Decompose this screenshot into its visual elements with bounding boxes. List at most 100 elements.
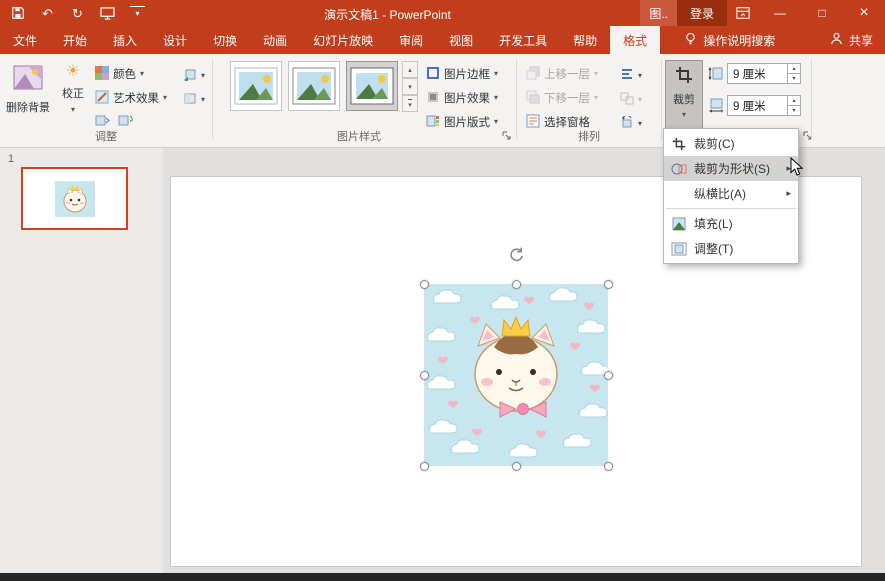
tab-transitions[interactable]: 切换 [200, 26, 250, 54]
resize-handle-middle-left[interactable] [420, 371, 429, 380]
width-spin-down[interactable]: ▾ [788, 106, 800, 115]
bottom-edge-strip [0, 573, 885, 581]
sun-icon: ☀ [66, 64, 80, 80]
corrections-button[interactable]: ☀ 校正 ▾ [55, 61, 91, 133]
fill-icon [670, 216, 688, 232]
group-button[interactable]: ▾ [618, 88, 644, 112]
shape-height-field[interactable]: 9 厘米 ▴ ▾ [727, 63, 801, 84]
resize-handle-bottom-center[interactable] [512, 462, 521, 471]
powerpoint-window: ↶ ↻ ▾ 演示文稿1 - PowerPoint 图.. 登录 — □ × 文件… [0, 0, 885, 581]
resize-handle-top-right[interactable] [604, 280, 613, 289]
resize-handle-bottom-right[interactable] [604, 462, 613, 471]
corrections-label: 校正 [62, 85, 84, 101]
slide-1-thumbnail[interactable] [21, 167, 128, 230]
artistic-dropdown-arrow: ▾ [163, 94, 167, 102]
menu-item-crop-to-shape[interactable]: 裁剪为形状(S) ▸ [664, 156, 798, 181]
picture-transparency-button[interactable]: ▾ [181, 88, 207, 112]
share-button[interactable]: 共享 [818, 26, 885, 54]
picture-transparency-icon [183, 92, 197, 108]
tab-design[interactable]: 设计 [150, 26, 200, 54]
group-separator [212, 59, 213, 139]
menu-item-fit[interactable]: 调整(T) [664, 236, 798, 261]
undo-icon[interactable]: ↶ [40, 6, 55, 21]
height-spin-up[interactable]: ▴ [788, 64, 800, 74]
tab-help[interactable]: 帮助 [560, 26, 610, 54]
thumbnail-cat-image [55, 181, 95, 217]
resize-handle-bottom-left[interactable] [420, 462, 429, 471]
rotation-handle-icon[interactable] [508, 246, 525, 266]
picture-effects-button[interactable]: 图片效果 ▾ [424, 86, 516, 110]
send-backward-button[interactable]: 下移一层 ▾ [524, 86, 612, 110]
picture-style-1[interactable] [230, 61, 282, 111]
maximize-button[interactable]: □ [801, 0, 843, 26]
gallery-scroll-up-button[interactable]: ▴ [402, 61, 418, 78]
tab-review[interactable]: 审阅 [386, 26, 436, 54]
aspect-ratio-icon-placeholder [670, 186, 688, 202]
menu-separator [666, 208, 796, 209]
shape-height-value[interactable]: 9 厘米 [728, 64, 787, 83]
send-backward-label: 下移一层 [544, 90, 590, 106]
title-bar: ↶ ↻ ▾ 演示文稿1 - PowerPoint 图.. 登录 — □ × [0, 0, 885, 26]
resize-handle-middle-right[interactable] [604, 371, 613, 380]
adjust-group-label: 调整 [0, 128, 212, 144]
menu-item-fill[interactable]: 填充(L) [664, 211, 798, 236]
reset-picture-button[interactable]: ▾ [181, 64, 207, 88]
menu-item-crop-to-shape-label: 裁剪为形状(S) [694, 160, 770, 177]
tab-view[interactable]: 视图 [436, 26, 486, 54]
customize-qat-icon[interactable]: ▾ [130, 6, 145, 21]
login-button[interactable]: 登录 [677, 0, 727, 26]
menu-item-fill-label: 填充(L) [694, 215, 733, 232]
gallery-scroll-down-button[interactable]: ▾ [402, 78, 418, 95]
remove-background-icon [13, 64, 43, 94]
resize-handle-top-left[interactable] [420, 280, 429, 289]
menu-item-aspect-ratio-label: 纵横比(A) [694, 185, 746, 202]
minimize-button[interactable]: — [759, 0, 801, 26]
contextual-tab-overflow[interactable]: 图.. [640, 0, 677, 26]
forward-dropdown-arrow: ▾ [594, 70, 598, 78]
tab-home[interactable]: 开始 [50, 26, 100, 54]
shape-width-value[interactable]: 9 厘米 [728, 96, 787, 115]
height-spin-down[interactable]: ▾ [788, 74, 800, 83]
close-button[interactable]: × [843, 0, 885, 26]
tell-me-search[interactable]: 操作说明搜索 [674, 26, 785, 54]
arrange-group-label: 排列 [517, 128, 661, 144]
tell-me-label: 操作说明搜索 [703, 32, 775, 49]
submenu-arrow-icon: ▸ [786, 188, 791, 199]
menu-item-aspect-ratio[interactable]: 纵横比(A) ▸ [664, 181, 798, 206]
tab-format-active[interactable]: 格式 [610, 26, 660, 54]
crop-button-pressed[interactable]: 裁剪 ▾ [665, 60, 703, 134]
styles-dialog-launcher-icon[interactable] [502, 130, 512, 144]
color-label: 颜色 [113, 66, 136, 82]
bring-forward-label: 上移一层 [544, 66, 590, 82]
share-label: 共享 [849, 32, 873, 49]
gallery-more-button[interactable]: ▾ [402, 95, 418, 112]
crop-to-shape-icon [670, 161, 688, 177]
selected-cat-picture[interactable] [424, 284, 608, 466]
picture-style-2[interactable] [288, 61, 340, 111]
color-button[interactable]: 颜色 ▾ [93, 62, 179, 86]
menu-item-crop[interactable]: 裁剪(C) [664, 131, 798, 156]
shape-width-field[interactable]: 9 厘米 ▴ ▾ [727, 95, 801, 116]
start-slideshow-icon[interactable] [100, 6, 115, 21]
tab-slideshow[interactable]: 幻灯片放映 [300, 26, 386, 54]
shape-height-icon [708, 66, 723, 84]
artistic-effects-button[interactable]: 艺术效果 ▾ [93, 86, 179, 110]
picture-style-3-selected[interactable] [346, 61, 398, 111]
tab-animations[interactable]: 动画 [250, 26, 300, 54]
resize-handle-top-center[interactable] [512, 280, 521, 289]
backward-dropdown-arrow: ▾ [594, 94, 598, 102]
remove-background-button[interactable]: 删除背景 [3, 61, 53, 133]
tab-developer[interactable]: 开发工具 [486, 26, 560, 54]
save-icon[interactable] [10, 6, 25, 21]
redo-icon[interactable]: ↻ [70, 6, 85, 21]
align-button[interactable]: ▾ [618, 64, 644, 88]
ribbon-display-options-icon[interactable] [727, 0, 759, 26]
tab-file[interactable]: 文件 [0, 26, 50, 54]
width-spin-up[interactable]: ▴ [788, 96, 800, 106]
tab-insert[interactable]: 插入 [100, 26, 150, 54]
bring-forward-button[interactable]: 上移一层 ▾ [524, 62, 612, 86]
color-dropdown-arrow: ▾ [140, 70, 144, 78]
person-icon [830, 32, 843, 48]
picture-border-button[interactable]: 图片边框 ▾ [424, 62, 516, 86]
ribbon-tab-bar: 文件 开始 插入 设计 切换 动画 幻灯片放映 审阅 视图 开发工具 帮助 格式… [0, 26, 885, 54]
